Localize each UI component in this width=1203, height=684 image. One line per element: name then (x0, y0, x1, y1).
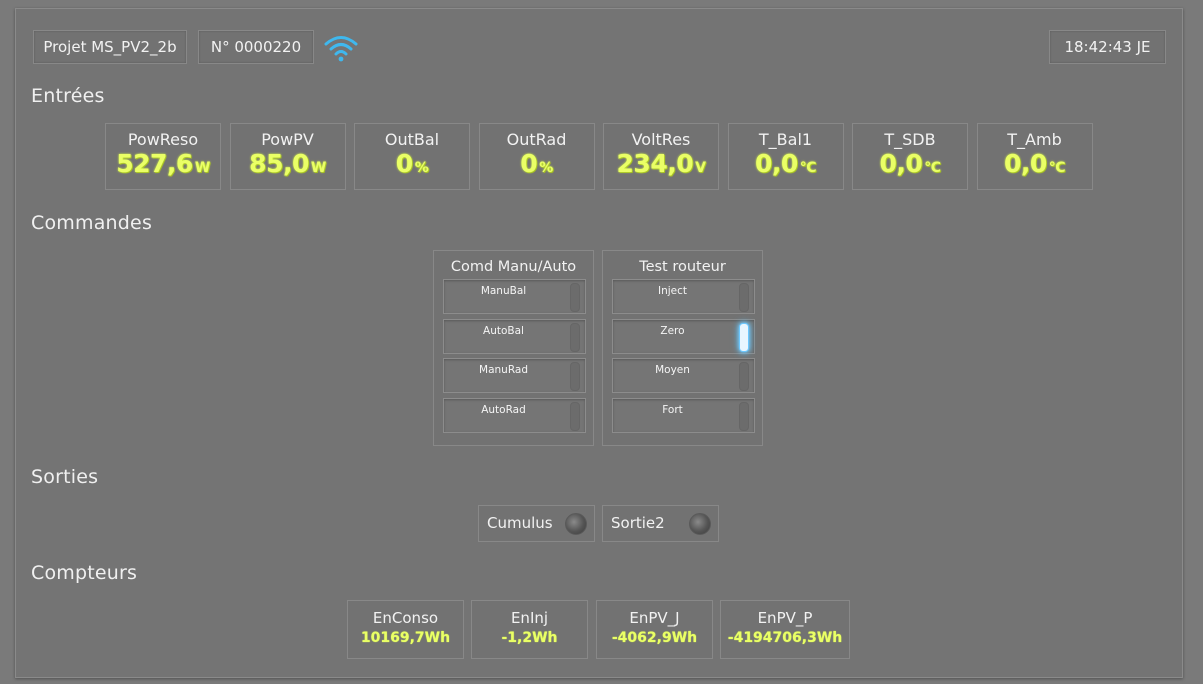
input-tile-t-bal1: T_Bal1 0,0 °C (727, 123, 844, 190)
input-value: 527,6 W (106, 150, 220, 182)
command-button-label: Inject (657, 285, 688, 297)
output-cumulus: Cumulus (478, 505, 595, 542)
input-value-number: 0 (395, 149, 413, 178)
output-label: Cumulus (487, 514, 553, 532)
input-value: 0,0 °C (853, 150, 967, 182)
counter-eninj: EnInj -1,2Wh (471, 600, 588, 659)
input-label: T_SDB (884, 130, 936, 149)
command-group-test-routeur: Test routeur Inject Zero Moyen Fort (602, 250, 763, 446)
input-value-unit: °C (799, 160, 817, 176)
input-value-number: 0 (520, 149, 538, 178)
section-title-counters: Compteurs (31, 562, 138, 584)
command-button-manurad[interactable]: ManuRad (443, 358, 586, 394)
input-label: T_Amb (1007, 130, 1062, 149)
command-indicator-led (570, 402, 580, 432)
input-value-unit: °C (1048, 160, 1066, 176)
project-name: Projet MS_PV2_2b (33, 30, 187, 64)
output-sortie2: Sortie2 (602, 505, 719, 542)
input-value: 0% (480, 150, 594, 182)
input-tile-powpv: PowPV 85,0 W (229, 123, 346, 190)
command-button-label: Moyen (655, 364, 690, 377)
input-value-number: 527,6 (116, 149, 193, 178)
command-button-autobal[interactable]: AutoBal (443, 318, 586, 354)
clock: 18:42:43 JE (1049, 30, 1166, 64)
command-button-zero[interactable]: Zero (612, 318, 755, 354)
input-label: T_Bal1 (758, 130, 813, 149)
command-button-label: ManuRad (479, 364, 528, 377)
command-button-inject[interactable]: Inject (612, 279, 755, 314)
input-tile-t-amb: T_Amb 0,0 °C (976, 123, 1093, 190)
input-label: VoltRes (631, 130, 691, 149)
section-title-inputs: Entrées (31, 85, 105, 107)
counter-value: -1,2Wh (501, 630, 558, 646)
command-indicator-led (570, 362, 580, 392)
command-button-label: Fort (662, 404, 683, 417)
command-button-manubal[interactable]: ManuBal (443, 279, 586, 314)
command-indicator-led (570, 283, 580, 312)
input-label: OutRad (506, 130, 567, 149)
input-tile-t-sdb: T_SDB 0,0 °C (852, 123, 968, 190)
input-value-unit: V (695, 160, 706, 176)
command-indicator-led (739, 362, 749, 392)
command-button-label: AutoBal (483, 324, 524, 337)
input-value: 0,0 °C (978, 150, 1092, 182)
input-value-unit: % (414, 160, 429, 176)
command-indicator-led (739, 283, 749, 312)
command-indicator-led (570, 322, 580, 352)
input-label: PowPV (261, 130, 314, 149)
input-value-unit: W (194, 160, 210, 176)
output-status-lamp (689, 513, 711, 535)
wifi-icon (324, 36, 358, 62)
command-button-fort[interactable]: Fort (612, 398, 755, 434)
counter-label: EnConso (372, 609, 439, 627)
main-panel: Projet MS_PV2_2b N° 0000220 18:42:43 JE … (15, 8, 1183, 678)
output-status-lamp (565, 513, 587, 535)
input-tile-outbal: OutBal 0% (354, 123, 470, 190)
command-button-label: Zero (660, 324, 685, 337)
command-indicator-led (739, 322, 749, 352)
command-group-title: Test routeur (639, 259, 726, 275)
counter-enconso: EnConso 10169,7Wh (347, 600, 464, 659)
counter-label: EnPV_P (757, 609, 813, 627)
input-value-unit: °C (924, 160, 941, 176)
counter-enpv-p: EnPV_P -4194706,3Wh (720, 600, 850, 659)
section-title-outputs: Sorties (31, 466, 99, 488)
input-label: OutBal (384, 130, 440, 149)
command-button-label: AutoRad (481, 404, 526, 417)
input-value: 234,0 V (604, 150, 718, 182)
command-group-title: Comd Manu/Auto (450, 259, 577, 275)
input-label: PowReso (127, 130, 199, 149)
input-value-number: 85,0 (249, 149, 309, 178)
command-button-moyen[interactable]: Moyen (612, 358, 755, 394)
input-value-number: 0,0 (879, 149, 923, 178)
input-value-unit: % (539, 160, 553, 176)
command-group-manu-auto: Comd Manu/Auto ManuBal AutoBal ManuRad Auto… (433, 250, 594, 446)
input-value: 0,0 °C (729, 150, 843, 182)
command-button-label: ManuBal (480, 285, 527, 297)
input-tile-voltres: VoltRes 234,0 V (603, 123, 719, 190)
counter-label: EnInj (510, 609, 549, 627)
serial-number: N° 0000220 (198, 30, 314, 64)
input-value-number: 0,0 (754, 149, 798, 178)
command-indicator-led (739, 402, 749, 432)
input-value: 0% (355, 150, 469, 182)
output-label: Sortie2 (611, 514, 665, 532)
input-value-number: 0,0 (1003, 149, 1047, 178)
input-value-number: 234,0 (616, 149, 694, 178)
counter-value: 10169,7Wh (360, 630, 451, 646)
input-tile-powreso: PowReso 527,6 W (105, 123, 221, 190)
section-title-commands: Commandes (31, 212, 153, 234)
counter-label: EnPV_J (629, 609, 680, 627)
input-value: 85,0 W (231, 150, 345, 182)
input-value-unit: W (310, 160, 326, 176)
counter-value: -4194706,3Wh (727, 630, 843, 646)
input-tile-outrad: OutRad 0% (478, 123, 595, 190)
counter-enpv-j: EnPV_J -4062,9Wh (596, 600, 713, 659)
command-button-autorad[interactable]: AutoRad (443, 398, 586, 434)
counter-value: -4062,9Wh (611, 630, 698, 646)
